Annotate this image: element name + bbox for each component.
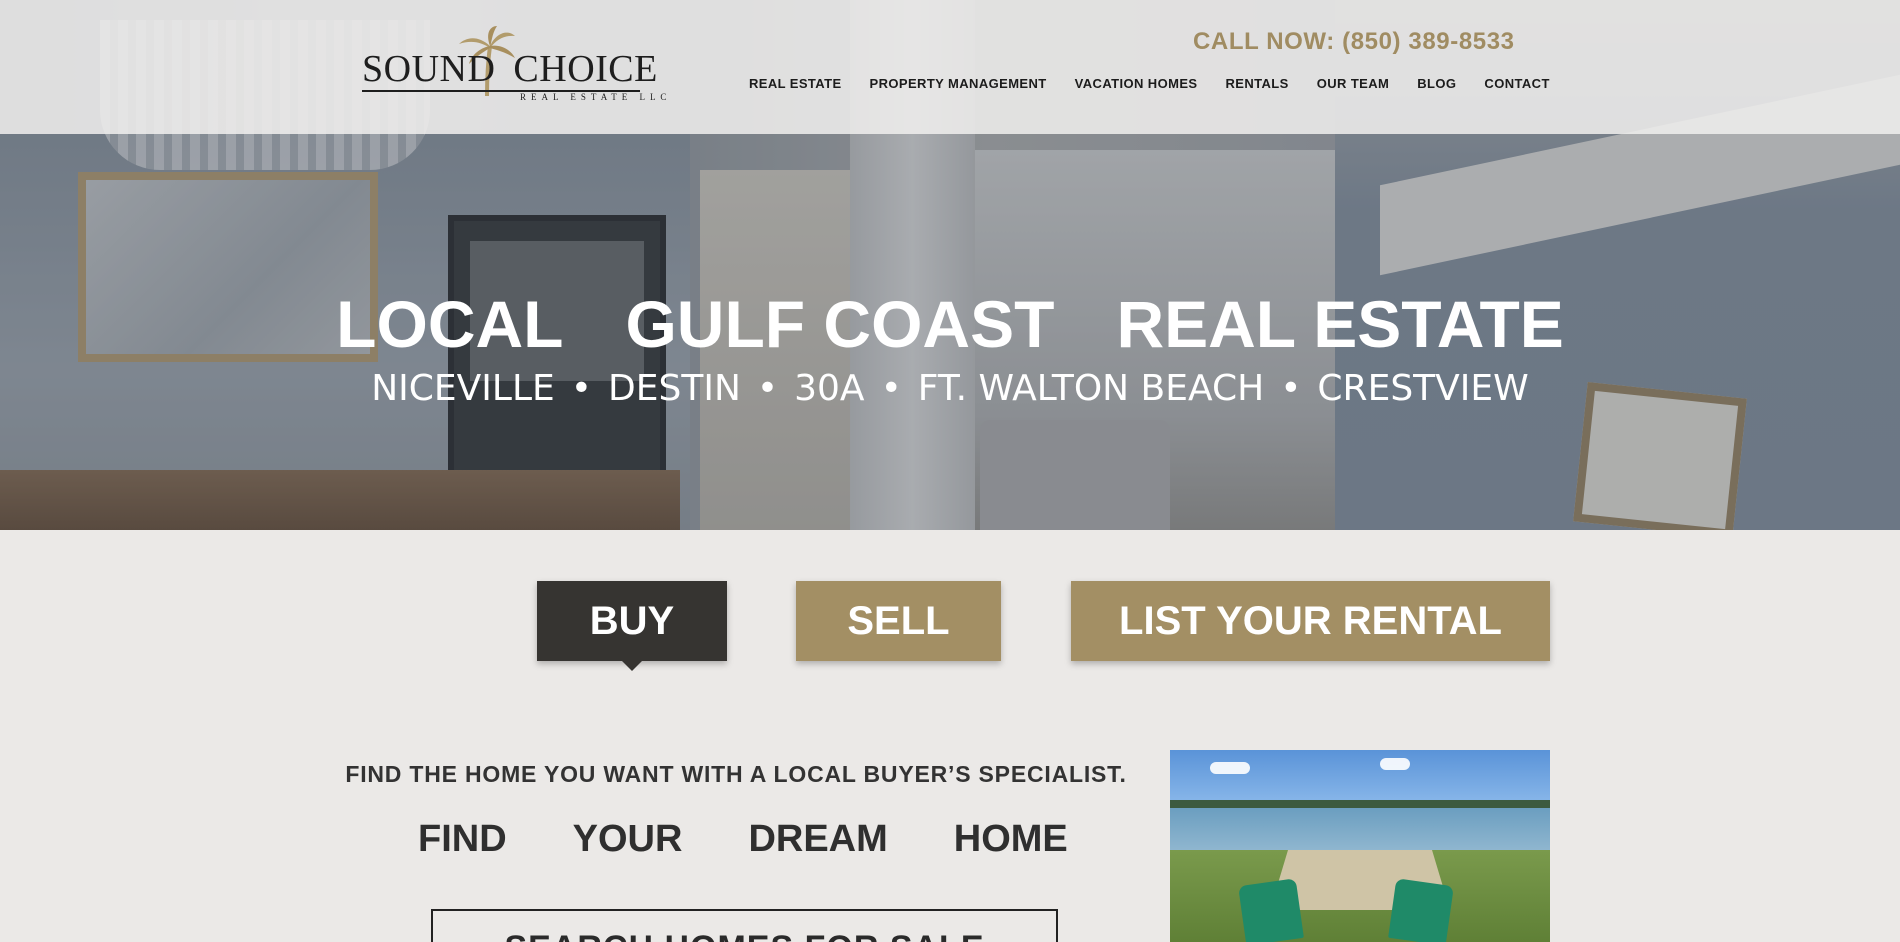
site-header: SOUND CHOICE REAL ESTATE LLC CALL NOW: (8… [0,0,1900,134]
headline-word: FIND [418,818,507,860]
location-destin: DESTIN [608,368,741,409]
buy-tagline: FIND THE HOME YOU WANT WITH A LOCAL BUYE… [345,761,1127,787]
logo-word-choice: CHOICE [513,48,658,90]
location-separator: • [756,368,779,409]
headline-word: HOME [953,818,1068,860]
nav-rentals[interactable]: RENTALS [1225,76,1288,91]
hero-title: LOCAL GULF COAST REAL ESTATE [0,286,1900,362]
hero-locations: NICEVILLE • DESTIN • 30A • FT. WALTON BEACH • CR… [0,368,1900,409]
site-logo[interactable]: SOUND CHOICE REAL ESTATE LLC [362,26,666,102]
location-separator: • [1280,368,1302,409]
hero-title-word: GULF COAST [625,287,1055,361]
call-now-phone[interactable]: CALL NOW: (850) 389-8533 [1193,28,1515,56]
headline-word: DREAM [748,818,888,860]
tab-sell[interactable]: SELL [796,581,1001,661]
location-ft-walton-beach: FT. WALTON BEACH [917,368,1265,409]
location-separator: • [880,368,902,409]
logo-subtitle: REAL ESTATE LLC [520,92,672,102]
waterfront-photo [1170,750,1550,942]
tab-buy[interactable]: BUY [537,581,727,671]
nav-vacation-homes[interactable]: VACATION HOMES [1075,76,1198,91]
nav-our-team[interactable]: OUR TEAM [1317,76,1390,91]
headline-word: YOUR [572,818,683,860]
main-nav: REAL ESTATE PROPERTY MANAGEMENT VACATION… [749,76,1550,91]
nav-property-management[interactable]: PROPERTY MANAGEMENT [870,76,1047,91]
buy-headline: FIND YOUR DREAM HOME [385,818,1085,861]
location-30a: 30A [794,368,865,409]
hero-title-word: LOCAL [336,287,564,361]
nav-contact[interactable]: CONTACT [1484,76,1549,91]
hero-title-word: REAL ESTATE [1116,287,1564,361]
location-niceville: NICEVILLE [371,368,555,409]
logo-word-sound: SOUND [362,48,496,90]
location-crestview: CRESTVIEW [1317,368,1529,409]
nav-blog[interactable]: BLOG [1417,76,1456,91]
location-separator: • [570,368,593,409]
search-homes-button[interactable]: SEARCH HOMES FOR SALE [431,909,1058,942]
tab-list-your-rental[interactable]: LIST YOUR RENTAL [1071,581,1550,661]
nav-real-estate[interactable]: REAL ESTATE [749,76,842,91]
